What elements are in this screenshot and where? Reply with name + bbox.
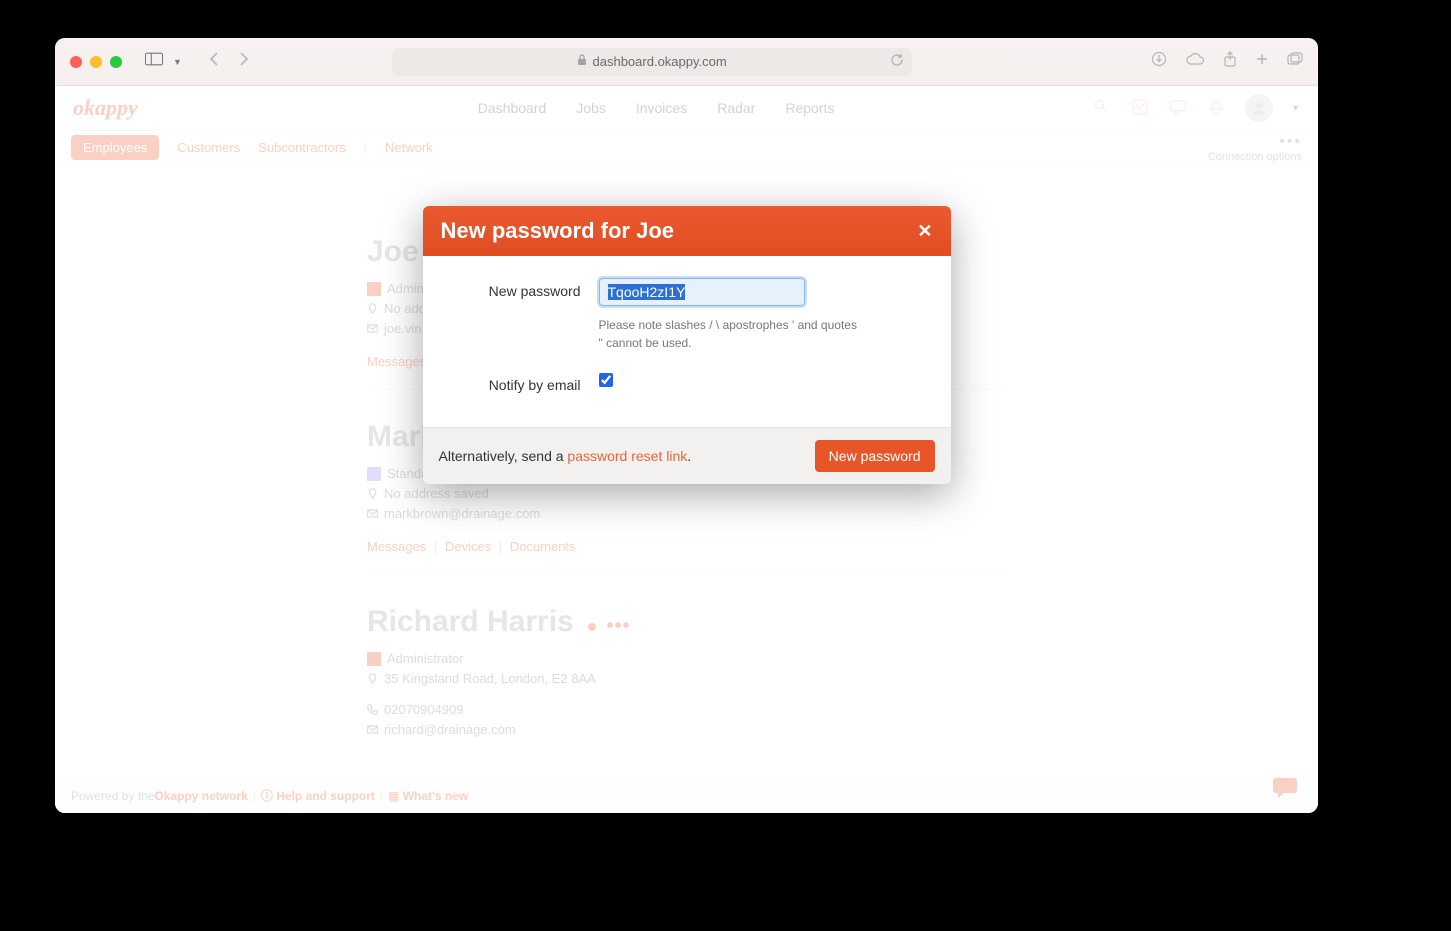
alt-suffix: . [687,448,691,464]
forward-button[interactable] [238,52,250,71]
fullscreen-window-button[interactable] [110,56,122,68]
nav-dashboard[interactable]: Dashboard [478,100,547,116]
tabs-icon[interactable] [1287,52,1303,71]
close-icon[interactable]: ✕ [917,221,932,242]
employee-messages-link[interactable]: Messages [367,354,426,369]
pin-icon [367,488,378,499]
url-text: dashboard.okappy.com [593,54,727,69]
pin-icon [367,673,378,684]
tab-network[interactable]: Network [385,140,433,155]
app-header: okappy Dashboard Jobs Invoices Radar Rep… [55,86,1318,131]
reload-icon[interactable] [890,53,904,70]
footer-whatsnew-link[interactable]: What's new [403,789,469,803]
employee-phone: 02070904909 [384,702,464,717]
role-badge-icon [367,282,381,296]
new-password-input[interactable] [599,278,805,306]
role-badge-icon [367,652,381,666]
pin-icon [367,303,378,314]
avatar[interactable] [1245,94,1273,122]
new-password-button[interactable]: New password [815,440,935,472]
info-icon: ⓘ [261,787,273,804]
employee-address: 35 Kingsland Road, London, E2 8AA [384,671,596,686]
footer-help-link[interactable]: Help and support [276,789,375,803]
lock-icon [577,54,587,69]
employee-card: Richard Harris ••• Administrator 35 King… [367,575,1007,757]
employee-address: No address saved [384,486,489,501]
browser-toolbar: ▼ dashboard.okappy.com [55,38,1318,86]
footer-powered-prefix: Powered by the [71,789,154,803]
connection-options[interactable]: ••• Connection options [1208,133,1302,163]
download-icon[interactable] [1151,51,1167,72]
employee-more-icon[interactable]: ••• [607,615,631,637]
nav-jobs[interactable]: Jobs [576,100,606,116]
employee-name: Joe [367,235,419,269]
employee-email: richard@drainage.com [384,722,516,737]
employee-name: Richard Harris [367,605,574,639]
employee-role: Administrator [387,651,464,666]
close-window-button[interactable] [70,56,82,68]
sidebar-toggle-icon[interactable] [145,52,163,71]
modal-header: New password for Joe ✕ [423,206,951,256]
mail-icon [367,508,378,519]
minimize-window-button[interactable] [90,56,102,68]
notify-email-checkbox[interactable] [599,373,613,387]
window-controls [70,56,122,68]
tab-subcontractors[interactable]: Subcontractors [258,140,345,155]
status-dot-icon [588,623,596,631]
role-badge-icon [367,467,381,481]
password-label: New password [449,278,599,299]
nav-radar[interactable]: Radar [717,100,755,116]
employee-email: markbrown@drainage.com [384,506,540,521]
mail-icon [367,724,378,735]
share-icon[interactable] [1223,51,1237,72]
bell-icon[interactable] [1207,98,1227,118]
password-reset-link[interactable]: password reset link [567,448,687,464]
notify-label: Notify by email [449,372,599,393]
back-button[interactable] [208,52,220,71]
phone-icon [367,704,378,715]
password-hint: Please note slashes / \ apostrophes ' an… [599,316,859,352]
logo[interactable]: okappy [73,95,138,121]
browser-window: ▼ dashboard.okappy.com okappy Dashboard … [55,38,1318,813]
employee-messages-link[interactable]: Messages [367,539,426,554]
activity-icon[interactable] [1131,98,1151,118]
more-dots-icon[interactable]: ••• [1208,133,1302,151]
alt-prefix: Alternatively, send a [439,448,568,464]
nav-invoices[interactable]: Invoices [636,100,687,116]
employee-documents-link[interactable]: Documents [510,539,576,554]
nav-reports[interactable]: Reports [785,100,834,116]
chevron-down-icon[interactable]: ▼ [173,57,182,67]
modal-footer: Alternatively, send a password reset lin… [423,427,951,484]
divider: | [364,140,367,155]
cloud-icon[interactable] [1185,52,1205,71]
connection-options-label: Connection options [1208,151,1302,163]
sub-tabs: Employees Customers Subcontractors | Net… [55,131,1318,165]
mail-icon [367,323,378,334]
top-nav: Dashboard Jobs Invoices Radar Reports [478,100,835,116]
tab-employees[interactable]: Employees [71,135,159,160]
grid-icon: ▦ [388,789,399,803]
search-icon[interactable] [1093,98,1113,118]
chat-icon[interactable] [1169,98,1189,118]
footer-network-link[interactable]: Okappy network [154,789,247,803]
caret-down-icon[interactable]: ▼ [1291,103,1300,113]
employee-devices-link[interactable]: Devices [445,539,491,554]
footer: Powered by the Okappy network | ⓘ Help a… [55,777,1318,813]
chat-bubble-icon[interactable] [1272,775,1298,805]
address-bar[interactable]: dashboard.okappy.com [392,48,912,76]
new-password-modal: New password for Joe ✕ New password Plea… [423,206,951,484]
tab-customers[interactable]: Customers [177,140,240,155]
employee-email: joe.vin [384,321,422,336]
new-tab-icon[interactable] [1255,52,1269,71]
modal-title: New password for Joe [441,218,675,244]
